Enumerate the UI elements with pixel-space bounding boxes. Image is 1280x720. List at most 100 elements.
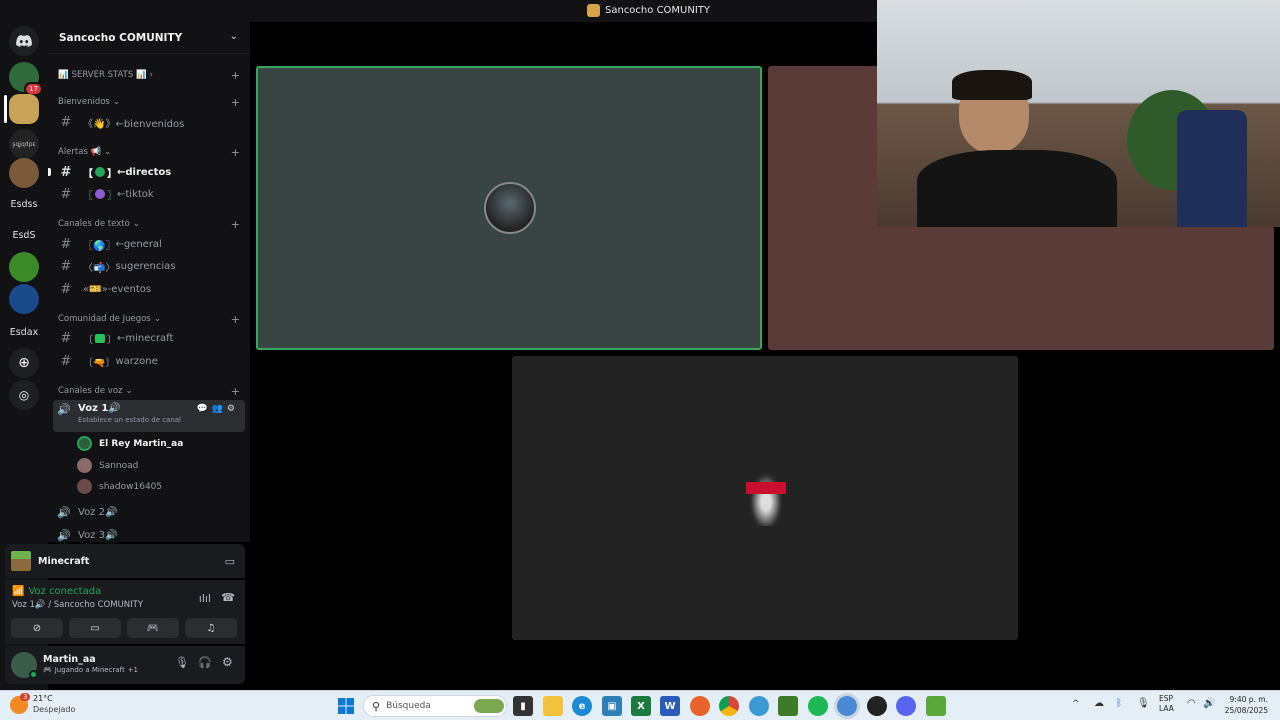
file-explorer-icon[interactable]	[543, 696, 563, 716]
weather-icon[interactable]: 3	[10, 693, 31, 714]
participant-tile-speaking[interactable]	[256, 66, 762, 350]
hash-icon: #	[60, 258, 72, 274]
activity-panel[interactable]: Minecraft ▭	[5, 544, 245, 578]
globe-app-icon[interactable]	[749, 696, 769, 716]
server-icon-3[interactable]: ʂɋʝɋdpɛ	[9, 129, 39, 159]
discord-home-icon[interactable]	[9, 26, 39, 56]
hash-icon: #	[60, 186, 72, 202]
server-header[interactable]: Sancocho COMUNITY ⌄	[48, 22, 250, 54]
voice-user[interactable]: shadow16405	[77, 479, 162, 494]
channel-eventos[interactable]: # «🎫 »-eventos	[53, 279, 245, 299]
channel-warzone[interactable]: # 〔🔫〕 warzone	[53, 351, 245, 371]
category-bienvenidos[interactable]: Bienvenidos ⌄ +	[58, 96, 240, 109]
bluetooth-icon[interactable]: ᛒ	[1116, 698, 1122, 709]
windows-start-icon[interactable]	[336, 696, 356, 716]
server-text-esdss[interactable]: Esdss	[0, 189, 48, 219]
taskbar-search[interactable]: ⚲ Búsqueda	[363, 695, 507, 717]
language-indicator[interactable]: ESP LAA	[1159, 694, 1174, 714]
participant-tile[interactable]	[512, 356, 1018, 640]
weather-desc[interactable]: Despejado	[33, 705, 75, 714]
photos-icon[interactable]: ▣	[602, 696, 622, 716]
headphones-icon[interactable]: 🎧	[198, 656, 212, 669]
category-alertas[interactable]: Alertas 📢 ⌄ +	[58, 146, 240, 159]
avatar[interactable]	[11, 652, 38, 679]
channel-general[interactable]: # 〖🌎〗 ←general	[53, 234, 245, 254]
taskbar: 3 21°C Despejado ⚲ Búsqueda ▮ e ▣ X W ^ …	[0, 690, 1280, 720]
voice-channel-voz3[interactable]: 🔊 Voz 3🔊	[53, 529, 245, 542]
microphone-tray-icon[interactable]: 🎙	[1137, 698, 1150, 709]
server-text-esds[interactable]: EsdS	[0, 220, 48, 250]
active-server-indicator	[4, 95, 7, 123]
add-channel-icon[interactable]: +	[231, 218, 240, 231]
user-status-extra: +1	[127, 666, 139, 674]
category-voz[interactable]: Canales de voz ⌄ +	[58, 385, 240, 398]
category-label: Canales de texto	[58, 219, 130, 229]
add-channel-icon[interactable]: +	[231, 313, 240, 326]
channel-minecraft[interactable]: # 〔〕 ←minecraft	[53, 328, 245, 348]
server-name: Sancocho COMUNITY	[59, 31, 183, 44]
voice-user[interactable]: El Rey Martin_aa	[77, 436, 183, 451]
edge-icon[interactable]: e	[572, 696, 592, 716]
voice-connection-panel: 📶 Voz conectada Voz 1🔊 / Sancocho COMUNIT…	[5, 580, 245, 644]
add-channel-icon[interactable]: +	[231, 69, 240, 82]
server-stats-category[interactable]: 📊 SERVER STATS 📊 › +	[58, 69, 240, 82]
voice-status[interactable]: 📶 Voz conectada	[12, 586, 101, 597]
screen-share-button[interactable]: ▭	[69, 618, 121, 638]
clock[interactable]: 9:40 p. m. 25/08/2025	[1222, 694, 1268, 716]
chrome-icon[interactable]	[719, 696, 739, 716]
add-channel-icon[interactable]: +	[231, 146, 240, 159]
firefox-icon[interactable]	[690, 696, 710, 716]
chrome-profile-icon[interactable]	[837, 696, 857, 716]
activities-button[interactable]: 🎮	[127, 618, 179, 638]
volume-icon[interactable]: 🔊	[1203, 698, 1215, 709]
microphone-icon[interactable]: 🎙	[175, 656, 189, 669]
word-icon[interactable]: W	[660, 696, 680, 716]
disconnect-icon[interactable]: ☎	[221, 591, 235, 604]
add-channel-icon[interactable]: +	[231, 96, 240, 109]
discover-icon[interactable]: ◎	[9, 380, 39, 410]
channel-tiktok[interactable]: # 〖〗 ←tiktok	[53, 184, 245, 204]
spotify-icon[interactable]	[808, 696, 828, 716]
voice-channel-voz2[interactable]: 🔊 Voz 2🔊	[53, 506, 245, 519]
chevron-down-icon[interactable]: ⌄	[230, 31, 238, 42]
onedrive-icon[interactable]: ☁	[1094, 698, 1104, 709]
server-icon-1[interactable]: 17	[9, 62, 43, 96]
category-juegos[interactable]: Comunidad de Juegos ⌄ +	[58, 313, 240, 326]
webcam-video[interactable]	[877, 0, 1280, 227]
user-name[interactable]: Martin_aa	[43, 654, 96, 665]
participant-avatar	[484, 182, 536, 234]
excel-icon[interactable]: X	[631, 696, 651, 716]
voice-user[interactable]: Sannoad	[77, 458, 138, 473]
task-view-icon[interactable]: ▮	[513, 696, 533, 716]
app-icon-dark[interactable]	[867, 696, 887, 716]
minecraft-taskbar-icon[interactable]	[778, 696, 798, 716]
voice-channel-actions[interactable]: 💬👥⚙	[197, 404, 239, 414]
add-server-icon[interactable]: ⊕	[9, 348, 39, 378]
server-text-esdax[interactable]: Esdax	[0, 317, 48, 347]
server-stats-label: SERVER STATS	[71, 70, 134, 80]
add-channel-icon[interactable]: +	[231, 385, 240, 398]
screen-share-icon[interactable]: ▭	[225, 555, 235, 568]
voice-channel-info[interactable]: Voz 1🔊 / Sancocho COMUNITY	[12, 600, 143, 610]
avatar	[77, 436, 92, 451]
minecraft-launcher-icon[interactable]	[926, 696, 946, 716]
camera-off-button[interactable]: ⊘	[11, 618, 63, 638]
server-icon-8[interactable]	[9, 284, 39, 314]
gear-icon[interactable]: ⚙	[222, 655, 233, 669]
wifi-icon[interactable]: ◠	[1187, 698, 1196, 709]
voice-channel-voz1[interactable]: 🔊 Voz 1🔊 Establece un estado de canal 💬👥…	[53, 400, 245, 432]
channel-status-text[interactable]: Establece un estado de canal	[78, 416, 181, 424]
server-icon-7[interactable]	[9, 252, 39, 282]
channel-bienvenidos[interactable]: # 《👋》←bienvenidos	[53, 112, 245, 132]
noise-suppression-icon[interactable]: ılıl	[199, 592, 211, 605]
search-icon: ⚲	[372, 699, 381, 713]
channel-sugerencias[interactable]: # 〈📬〉 sugerencias	[53, 256, 245, 276]
show-hidden-icons-icon[interactable]: ^	[1072, 699, 1080, 709]
channel-directos[interactable]: # 【】 ←directos	[53, 162, 245, 182]
discord-taskbar-icon[interactable]	[896, 696, 916, 716]
server-icon-4[interactable]	[9, 158, 39, 188]
weather-temp[interactable]: 21°C	[33, 694, 53, 703]
server-icon-sancocho[interactable]	[9, 94, 39, 124]
soundboard-button[interactable]: ♫	[185, 618, 237, 638]
category-texto[interactable]: Canales de texto ⌄ +	[58, 218, 240, 231]
